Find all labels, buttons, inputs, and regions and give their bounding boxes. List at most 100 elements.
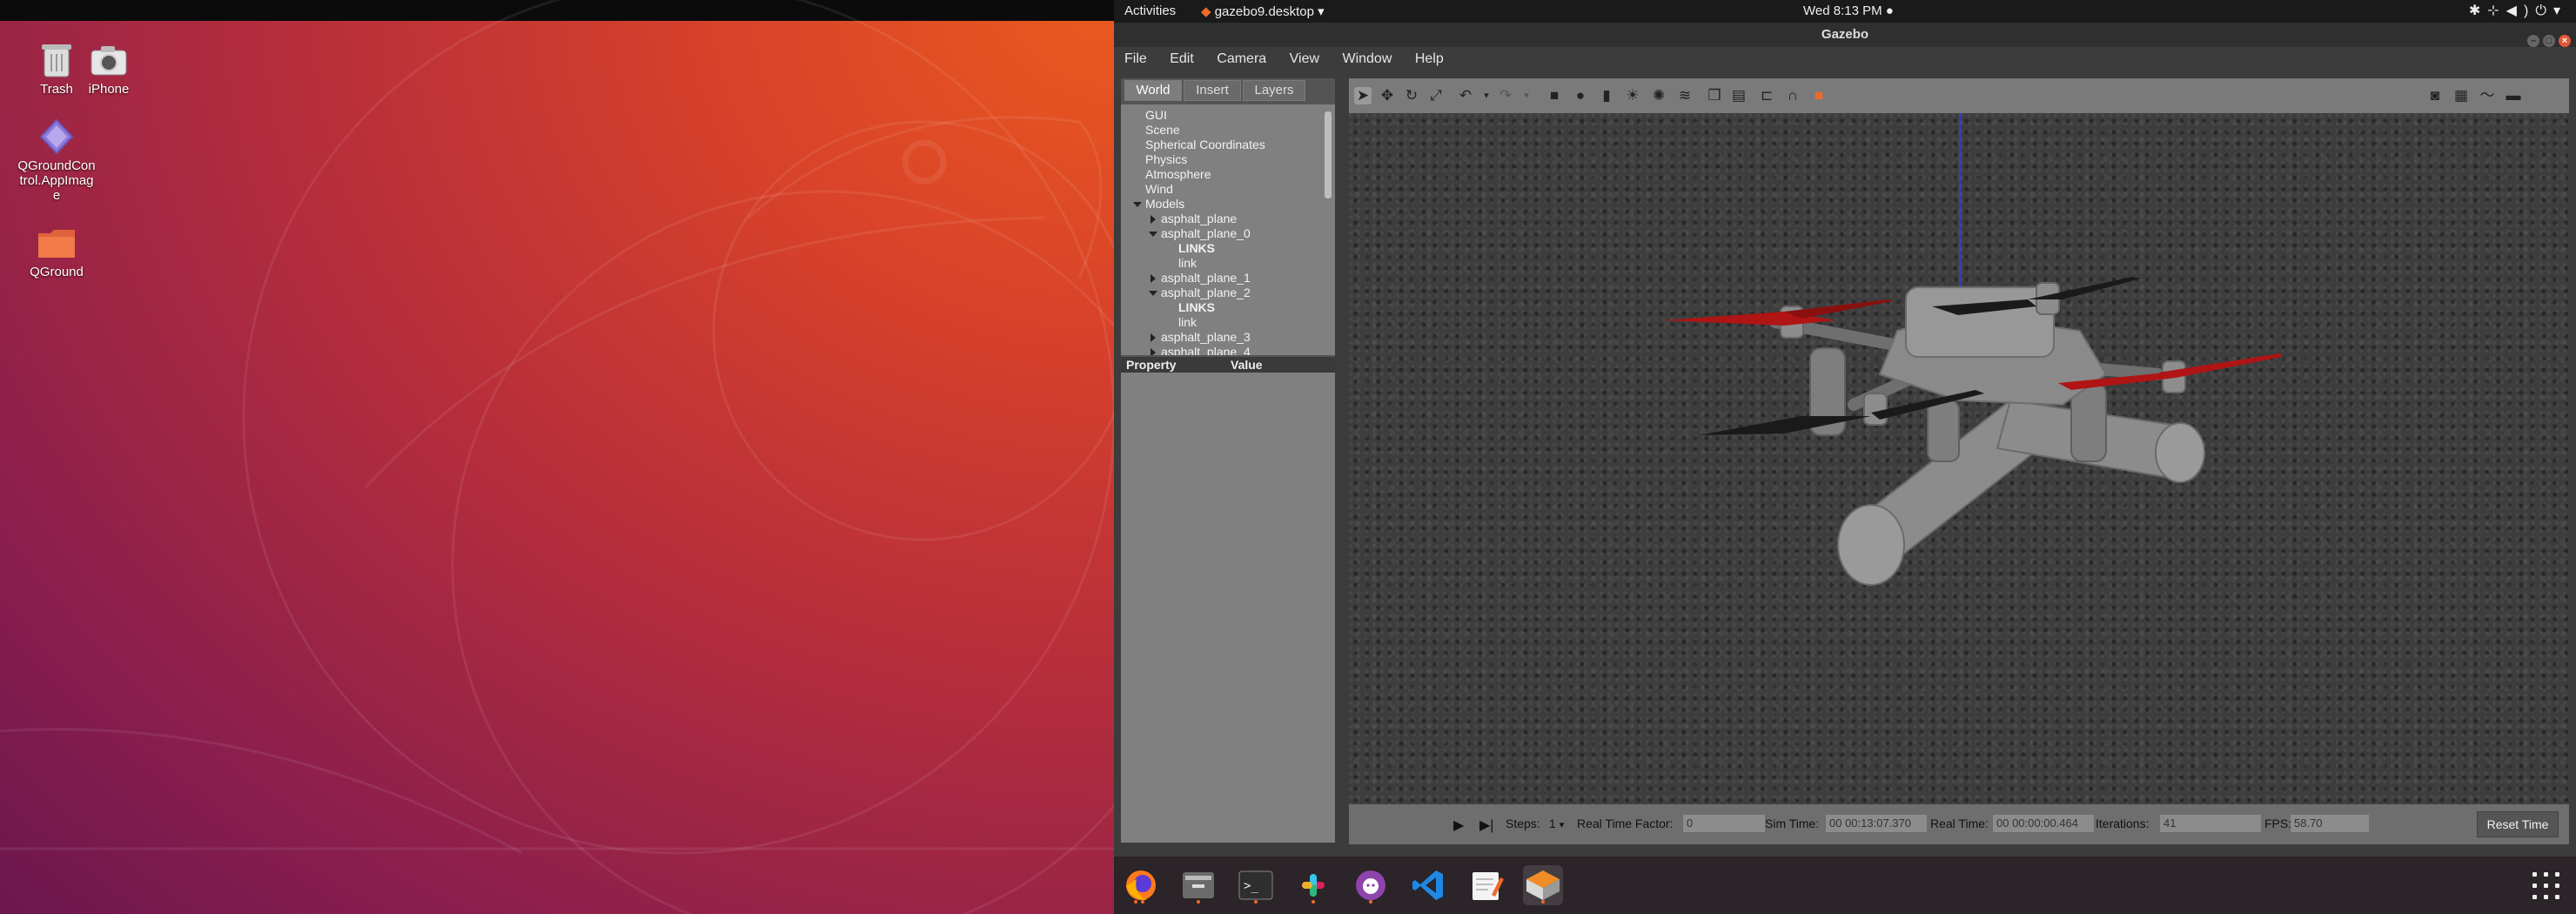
desktop-icon-qgroundcontrol[interactable]: QGroundControl.AppImage: [9, 118, 104, 203]
plot-icon[interactable]: 〜: [2479, 87, 2496, 104]
translate-icon[interactable]: ✥: [1379, 87, 1396, 104]
iterations-value: 41: [2160, 815, 2261, 832]
menu-window[interactable]: Window: [1342, 51, 1392, 67]
running-indicator: [1369, 900, 1372, 904]
3d-viewport[interactable]: [1349, 113, 2569, 804]
expand-down-icon[interactable]: [1149, 232, 1157, 237]
running-indicator: [1254, 900, 1258, 904]
dock-firefox[interactable]: [1121, 865, 1161, 905]
chevron-down-icon: ▾: [2553, 3, 2567, 18]
tree-item[interactable]: asphalt_plane_1: [1150, 271, 1251, 286]
expand-down-icon[interactable]: [1133, 202, 1142, 207]
panel-tabs: World Insert Layers: [1124, 78, 1333, 101]
drone-model[interactable]: [1349, 113, 2569, 804]
ubuntu-wallpaper-swirl: [0, 0, 1114, 914]
menu-bar: File Edit Camera View Window Help: [1114, 47, 2576, 71]
box-shape-icon[interactable]: ■: [1546, 87, 1563, 104]
menu-camera[interactable]: Camera: [1217, 51, 1266, 67]
tree-item[interactable]: Spherical Coordinates: [1145, 138, 1265, 152]
desktop-icon-qground[interactable]: QGround: [9, 226, 104, 279]
sphere-shape-icon[interactable]: ●: [1572, 87, 1589, 104]
tree-item[interactable]: asphalt_plane_0: [1149, 226, 1251, 241]
value-column-header: Value: [1231, 358, 1263, 372]
tree-item[interactable]: GUI: [1145, 108, 1167, 123]
tree-item[interactable]: link: [1178, 315, 1197, 330]
running-indicator: [1541, 900, 1545, 904]
system-tray[interactable]: ✱⊹◀)⏻▾: [2469, 2, 2567, 19]
tree-item[interactable]: Models: [1133, 197, 1184, 212]
tree-item[interactable]: asphalt_plane: [1150, 212, 1238, 226]
expand-right-icon[interactable]: [1150, 333, 1156, 342]
cylinder-shape-icon[interactable]: ▮: [1598, 87, 1615, 104]
running-indicator: [1197, 900, 1200, 904]
undo-icon[interactable]: ↶: [1457, 87, 1474, 104]
expand-right-icon[interactable]: [1150, 274, 1156, 283]
menu-help[interactable]: Help: [1415, 51, 1444, 67]
redo-icon[interactable]: ↷: [1497, 87, 1514, 104]
dock-slack[interactable]: [1293, 865, 1333, 905]
dock-gazebo[interactable]: [1523, 865, 1563, 905]
tree-item[interactable]: link: [1178, 256, 1197, 271]
tree-item[interactable]: asphalt_plane_4: [1150, 345, 1251, 355]
dock-vscode[interactable]: [1408, 865, 1448, 905]
tree-item[interactable]: LINKS: [1178, 241, 1215, 256]
left-panel: World Insert Layers GUI Scene Spherical Co…: [1121, 78, 1335, 843]
rotate-icon[interactable]: ↻: [1403, 87, 1420, 104]
menu-edit[interactable]: Edit: [1170, 51, 1194, 67]
play-icon[interactable]: ▶: [1453, 817, 1464, 834]
copy-icon[interactable]: ❐: [1706, 87, 1723, 104]
dock-terminal[interactable]: >_: [1236, 865, 1276, 905]
chevron-down-icon[interactable]: ▾: [1518, 87, 1535, 104]
tree-item[interactable]: asphalt_plane_3: [1150, 330, 1251, 345]
expand-down-icon[interactable]: [1149, 291, 1157, 296]
app-menu[interactable]: ◆ gazebo9.desktop ▾: [1201, 3, 1325, 19]
dock-github[interactable]: [1351, 865, 1391, 905]
view-angle-icon[interactable]: ■: [1810, 87, 1828, 104]
tree-item[interactable]: Atmosphere: [1145, 167, 1211, 182]
menu-file[interactable]: File: [1124, 51, 1147, 67]
directional-light-icon[interactable]: ≋: [1676, 87, 1694, 104]
video-record-icon[interactable]: ▬: [2505, 87, 2522, 104]
select-mode-icon[interactable]: ➤: [1354, 87, 1372, 104]
screenshot-icon[interactable]: ◙: [2426, 87, 2444, 104]
show-applications-icon[interactable]: [2532, 872, 2560, 900]
minimize-icon[interactable]: –: [2527, 35, 2539, 47]
point-light-icon[interactable]: ☀: [1624, 87, 1641, 104]
clock[interactable]: Wed 8:13 PM ●: [1803, 3, 1894, 18]
dock-files[interactable]: [1178, 865, 1218, 905]
spot-light-icon[interactable]: ✺: [1650, 87, 1667, 104]
volume-icon: ◀): [2506, 3, 2536, 18]
close-icon[interactable]: ×: [2559, 35, 2571, 47]
align-icon[interactable]: ⊏: [1758, 87, 1775, 104]
running-indicator: [1134, 900, 1137, 904]
expand-right-icon[interactable]: [1150, 348, 1156, 355]
dock-text-editor[interactable]: [1466, 865, 1506, 905]
tree-item[interactable]: LINKS: [1178, 300, 1215, 315]
tab-insert[interactable]: Insert: [1184, 80, 1241, 101]
tree-item-label: asphalt_plane: [1161, 212, 1238, 225]
steps-spinbox[interactable]: 1 ▾: [1549, 817, 1564, 830]
log-icon[interactable]: ▦: [2452, 87, 2470, 104]
reset-time-button[interactable]: Reset Time: [2477, 811, 2559, 837]
tree-item[interactable]: Wind: [1145, 182, 1173, 197]
chevron-down-icon[interactable]: ▾: [1478, 87, 1495, 104]
scale-icon[interactable]: ⤢: [1427, 87, 1445, 104]
firefox-icon: [1126, 870, 1156, 900]
tree-item[interactable]: asphalt_plane_2: [1149, 286, 1251, 300]
paste-icon[interactable]: ▤: [1730, 87, 1748, 104]
window-titlebar[interactable]: Gazebo – □ ×: [1114, 23, 2576, 47]
tree-scrollbar[interactable]: [1325, 111, 1332, 198]
desktop-icon-iphone[interactable]: iPhone: [61, 44, 157, 97]
expand-right-icon[interactable]: [1150, 215, 1156, 224]
activities-button[interactable]: Activities: [1124, 3, 1176, 18]
tree-item[interactable]: Physics: [1145, 152, 1187, 167]
tab-world[interactable]: World: [1124, 80, 1182, 101]
tree-item-label: asphalt_plane_4: [1161, 345, 1251, 355]
tree-item-label: LINKS: [1178, 300, 1215, 314]
tab-layers[interactable]: Layers: [1243, 80, 1305, 101]
maximize-icon[interactable]: □: [2543, 35, 2555, 47]
tree-item[interactable]: Scene: [1145, 123, 1180, 138]
step-icon[interactable]: ▶|: [1479, 817, 1493, 834]
menu-view[interactable]: View: [1290, 51, 1319, 67]
snap-icon[interactable]: ∩: [1784, 87, 1801, 104]
